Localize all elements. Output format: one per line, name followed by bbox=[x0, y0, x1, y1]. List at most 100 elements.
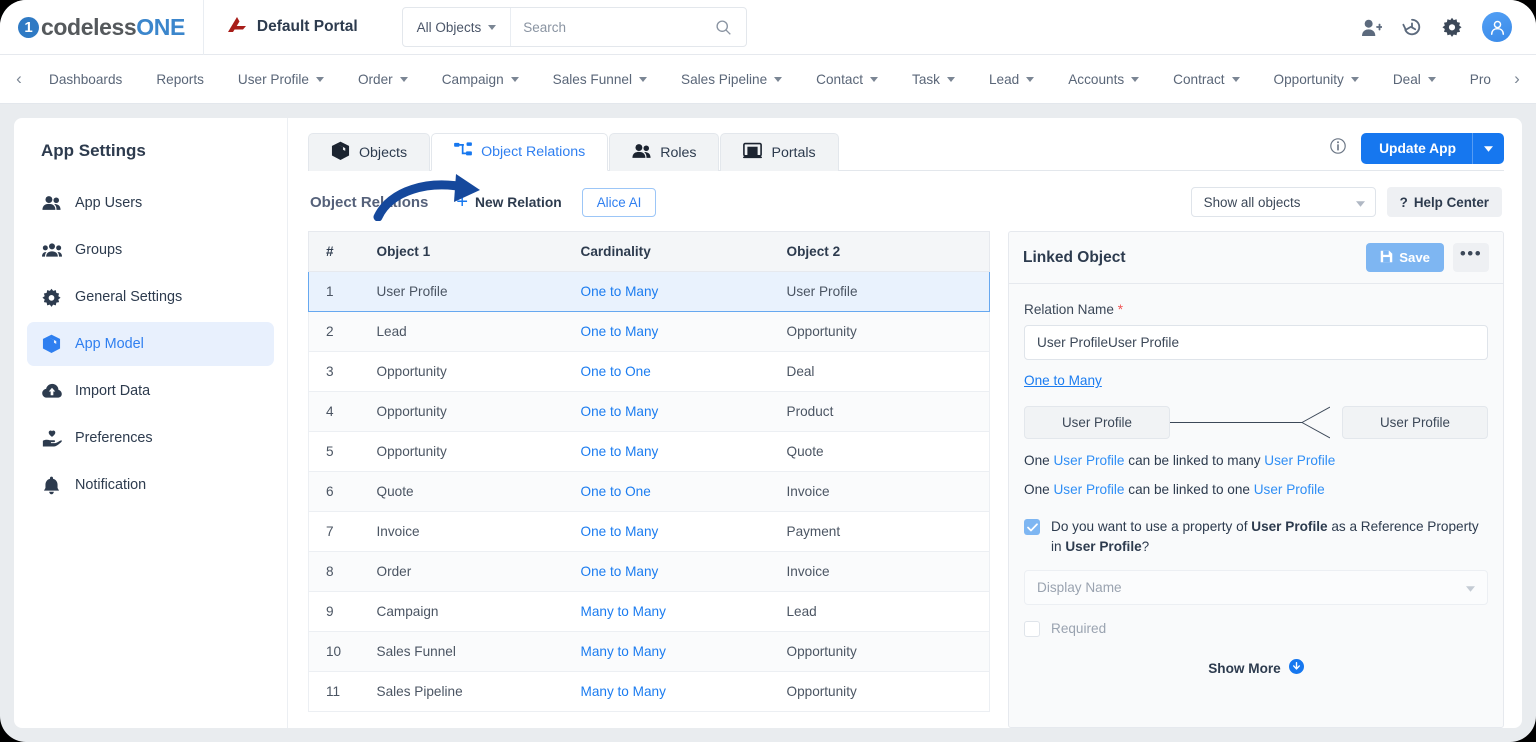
table-row[interactable]: 11 Sales Pipeline Many to Many Opportunity bbox=[308, 671, 990, 712]
tab-roles[interactable]: Roles bbox=[609, 133, 720, 171]
stmt-object2[interactable]: User Profile bbox=[1264, 453, 1335, 468]
table-row[interactable]: 10 Sales Funnel Many to Many Opportunity bbox=[308, 631, 990, 672]
app-logo[interactable]: 1 codelessONE bbox=[18, 14, 203, 41]
nav-item-deal[interactable]: Deal bbox=[1376, 55, 1453, 103]
tab-objects[interactable]: Objects bbox=[308, 133, 431, 171]
row-cardinality[interactable]: One to One bbox=[580, 471, 787, 512]
row-cardinality[interactable]: One to One bbox=[580, 351, 787, 392]
avatar[interactable] bbox=[1482, 12, 1512, 42]
search-input[interactable] bbox=[511, 19, 715, 35]
table-row[interactable]: 9 Campaign Many to Many Lead bbox=[308, 591, 990, 632]
help-center-button[interactable]: ? Help Center bbox=[1386, 187, 1502, 217]
reference-property-checkbox[interactable] bbox=[1024, 519, 1040, 535]
table-row[interactable]: 4 Opportunity One to Many Product bbox=[308, 391, 990, 432]
nav-item-dashboards[interactable]: Dashboards bbox=[32, 55, 139, 103]
nav-item-contract[interactable]: Contract bbox=[1156, 55, 1256, 103]
nav-item-pro[interactable]: Pro bbox=[1453, 55, 1504, 103]
column-header[interactable]: Object 2 bbox=[786, 231, 990, 272]
show-objects-select[interactable]: Show all objects bbox=[1190, 187, 1376, 217]
column-header[interactable]: Object 1 bbox=[376, 231, 581, 272]
column-header[interactable]: # bbox=[308, 231, 377, 272]
row-cardinality[interactable]: Many to Many bbox=[580, 591, 787, 632]
sidebar-item-groups[interactable]: Groups bbox=[27, 228, 274, 272]
nav-item-task[interactable]: Task bbox=[895, 55, 972, 103]
nav-item-order[interactable]: Order bbox=[341, 55, 425, 103]
nav-item-lead[interactable]: Lead bbox=[972, 55, 1051, 103]
stmt-object2[interactable]: User Profile bbox=[1254, 482, 1325, 497]
sidebar-item-notification[interactable]: Notification bbox=[27, 463, 274, 507]
row-cardinality[interactable]: One to Many bbox=[580, 311, 787, 352]
row-cardinality-link[interactable]: Many to Many bbox=[581, 684, 666, 699]
row-cardinality-link[interactable]: One to One bbox=[581, 364, 651, 379]
row-object2: Opportunity bbox=[786, 631, 990, 672]
chevron-left-icon[interactable]: ‹ bbox=[6, 69, 32, 89]
row-cardinality-link[interactable]: Many to Many bbox=[581, 604, 666, 619]
nav-item-accounts[interactable]: Accounts bbox=[1051, 55, 1156, 103]
add-user-icon[interactable] bbox=[1361, 18, 1382, 37]
save-button[interactable]: Save bbox=[1366, 243, 1444, 272]
nav-item-user-profile[interactable]: User Profile bbox=[221, 55, 341, 103]
sidebar-item-app-users[interactable]: App Users bbox=[27, 181, 274, 225]
row-cardinality-link[interactable]: One to One bbox=[581, 484, 651, 499]
row-index: 10 bbox=[308, 631, 377, 672]
row-cardinality[interactable]: One to Many bbox=[580, 511, 787, 552]
row-cardinality[interactable]: One to Many bbox=[580, 551, 787, 592]
display-name-select[interactable]: Display Name bbox=[1024, 570, 1488, 606]
chevron-down-icon[interactable] bbox=[1473, 145, 1504, 152]
nav-item-sales-funnel[interactable]: Sales Funnel bbox=[536, 55, 664, 103]
row-cardinality-link[interactable]: One to Many bbox=[581, 444, 659, 459]
table-row[interactable]: 1 User Profile One to Many User Profile bbox=[308, 271, 990, 312]
more-options-button[interactable]: ••• bbox=[1453, 243, 1489, 272]
stmt-object1[interactable]: User Profile bbox=[1053, 482, 1124, 497]
nav-item-contact[interactable]: Contact bbox=[799, 55, 895, 103]
table-row[interactable]: 7 Invoice One to Many Payment bbox=[308, 511, 990, 552]
history-icon[interactable] bbox=[1402, 17, 1422, 37]
sidebar-item-app-model[interactable]: App Model bbox=[27, 322, 274, 366]
row-cardinality-link[interactable]: One to Many bbox=[581, 564, 659, 579]
chevron-right-icon[interactable]: › bbox=[1504, 69, 1530, 89]
row-cardinality[interactable]: One to Many bbox=[580, 391, 787, 432]
row-cardinality-link[interactable]: One to Many bbox=[581, 524, 659, 539]
show-objects-value: Show all objects bbox=[1203, 194, 1301, 210]
row-cardinality-link[interactable]: Many to Many bbox=[581, 644, 666, 659]
search-icon[interactable] bbox=[715, 19, 746, 36]
table-row[interactable]: 3 Opportunity One to One Deal bbox=[308, 351, 990, 392]
column-header[interactable]: Cardinality bbox=[580, 231, 787, 272]
row-object2: Opportunity bbox=[786, 671, 990, 712]
show-more-button[interactable]: Show More bbox=[1024, 659, 1488, 677]
table-row[interactable]: 2 Lead One to Many Opportunity bbox=[308, 311, 990, 352]
gear-icon[interactable] bbox=[1442, 17, 1462, 37]
nav-item-sales-pipeline[interactable]: Sales Pipeline bbox=[664, 55, 799, 103]
alice-ai-button[interactable]: Alice AI bbox=[581, 187, 657, 217]
new-relation-button[interactable]: + New Relation bbox=[456, 192, 561, 212]
relation-name-input[interactable] bbox=[1024, 325, 1488, 360]
required-checkbox[interactable] bbox=[1024, 621, 1040, 638]
nav-item-opportunity[interactable]: Opportunity bbox=[1257, 55, 1376, 103]
row-cardinality[interactable]: One to Many bbox=[580, 431, 787, 472]
cardinality-link[interactable]: One to Many bbox=[1024, 373, 1102, 388]
info-icon[interactable] bbox=[1329, 137, 1347, 160]
table-row[interactable]: 5 Opportunity One to Many Quote bbox=[308, 431, 990, 472]
table-row[interactable]: 6 Quote One to One Invoice bbox=[308, 471, 990, 512]
search-scope-dropdown[interactable]: All Objects bbox=[403, 8, 512, 46]
row-cardinality-link[interactable]: One to Many bbox=[581, 324, 659, 339]
sidebar-item-import-data[interactable]: Import Data bbox=[27, 369, 274, 413]
row-cardinality[interactable]: Many to Many bbox=[580, 671, 787, 712]
nav-item-campaign[interactable]: Campaign bbox=[425, 55, 536, 103]
sidebar-item-preferences[interactable]: Preferences bbox=[27, 416, 274, 460]
nav-item-reports[interactable]: Reports bbox=[139, 55, 221, 103]
update-app-button[interactable]: Update App bbox=[1361, 133, 1504, 164]
tab-object-relations[interactable]: Object Relations bbox=[431, 133, 609, 171]
row-cardinality[interactable]: One to Many bbox=[580, 271, 787, 312]
show-more-label: Show More bbox=[1208, 660, 1281, 676]
sidebar-item-label: Preferences bbox=[75, 430, 153, 446]
portal-selector[interactable]: Default Portal bbox=[204, 0, 380, 55]
row-cardinality[interactable]: Many to Many bbox=[580, 631, 787, 672]
sidebar-item-general-settings[interactable]: General Settings bbox=[27, 275, 274, 319]
tab-portals[interactable]: Portals bbox=[720, 133, 839, 171]
row-cardinality-link[interactable]: One to Many bbox=[581, 404, 659, 419]
table-row[interactable]: 8 Order One to Many Invoice bbox=[308, 551, 990, 592]
cardinality-statements: One User Profile can be linked to many U… bbox=[1024, 453, 1488, 497]
row-cardinality-link[interactable]: One to Many bbox=[581, 284, 659, 299]
stmt-object1[interactable]: User Profile bbox=[1053, 453, 1124, 468]
